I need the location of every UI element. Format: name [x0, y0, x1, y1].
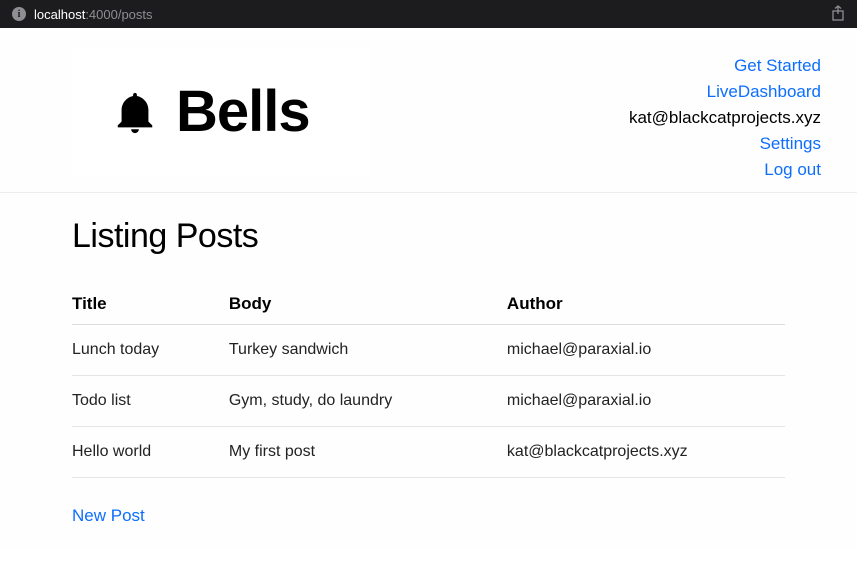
col-body: Body	[229, 284, 507, 325]
nav-links: Get Started LiveDashboard kat@blackcatpr…	[629, 48, 821, 180]
url-area[interactable]: i localhost:4000/posts	[12, 7, 153, 22]
cell-title: Todo list	[72, 376, 229, 427]
nav-live-dashboard[interactable]: LiveDashboard	[707, 82, 821, 102]
cell-author: kat@blackcatprojects.xyz	[507, 427, 785, 478]
url-host: localhost	[34, 7, 85, 22]
table-row[interactable]: Hello world My first post kat@blackcatpr…	[72, 427, 785, 478]
info-icon[interactable]: i	[12, 7, 26, 21]
cell-title: Lunch today	[72, 325, 229, 376]
col-author: Author	[507, 284, 785, 325]
main-content: Listing Posts Title Body Author Lunch to…	[0, 193, 857, 550]
page-header: Bells Get Started LiveDashboard kat@blac…	[0, 28, 857, 193]
share-icon[interactable]	[831, 5, 845, 24]
logo-text: Bells	[176, 78, 310, 145]
cell-author: michael@paraxial.io	[507, 325, 785, 376]
nav-log-out[interactable]: Log out	[764, 160, 821, 180]
table-header-row: Title Body Author	[72, 284, 785, 325]
nav-settings[interactable]: Settings	[760, 134, 821, 154]
current-user-email: kat@blackcatprojects.xyz	[629, 108, 821, 128]
cell-body: Turkey sandwich	[229, 325, 507, 376]
cell-body: Gym, study, do laundry	[229, 376, 507, 427]
cell-body: My first post	[229, 427, 507, 478]
url-text: localhost:4000/posts	[34, 7, 153, 22]
new-post-link[interactable]: New Post	[72, 506, 145, 526]
url-path: :4000/posts	[85, 7, 152, 22]
table-row[interactable]: Todo list Gym, study, do laundry michael…	[72, 376, 785, 427]
col-title: Title	[72, 284, 229, 325]
cell-author: michael@paraxial.io	[507, 376, 785, 427]
bell-icon	[112, 85, 158, 139]
page-title: Listing Posts	[72, 217, 785, 256]
logo[interactable]: Bells	[72, 48, 370, 175]
nav-get-started[interactable]: Get Started	[734, 56, 821, 76]
posts-table: Title Body Author Lunch today Turkey san…	[72, 284, 785, 478]
cell-title: Hello world	[72, 427, 229, 478]
browser-address-bar: i localhost:4000/posts	[0, 0, 857, 28]
table-row[interactable]: Lunch today Turkey sandwich michael@para…	[72, 325, 785, 376]
